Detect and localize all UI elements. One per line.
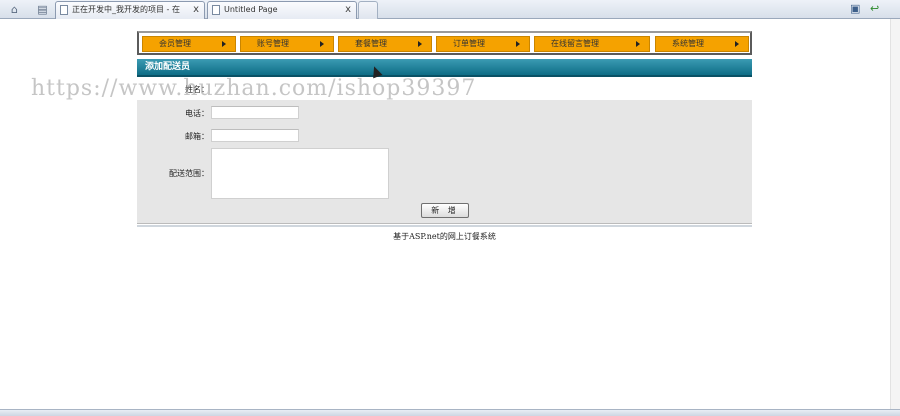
- page-icon: [212, 5, 220, 15]
- scrollbar[interactable]: [890, 19, 900, 409]
- email-field[interactable]: [211, 129, 299, 142]
- tab-title: Untitled Page: [224, 5, 278, 14]
- nav-item-label: 系统管理: [672, 39, 704, 48]
- main-nav: 会员管理 账号管理 套餐管理 订单管理 在线留言管理 系统管理: [137, 31, 752, 55]
- nav-item-package[interactable]: 套餐管理: [338, 36, 432, 52]
- home-icon[interactable]: ⌂: [8, 3, 21, 16]
- nav-item-member[interactable]: 会员管理: [142, 36, 236, 52]
- nav-item-label: 在线留言管理: [551, 39, 599, 48]
- nav-item-label: 订单管理: [453, 39, 485, 48]
- browser-tab-bar: ⌂ ▤ 正在开发中_我开发的项目 - 在 x Untitled Page x ▣…: [0, 0, 900, 19]
- status-bar: [0, 409, 900, 416]
- tab-title: 正在开发中_我开发的项目 - 在: [72, 5, 180, 14]
- watermark: https://www.huzhan.com/ishop39397: [31, 76, 477, 101]
- nav-item-label: 套餐管理: [355, 39, 387, 48]
- email-label: 邮箱：: [185, 132, 209, 141]
- divider: [137, 225, 752, 227]
- arrow-right-icon: [735, 41, 739, 47]
- page-icon: [60, 5, 68, 15]
- tab-project[interactable]: 正在开发中_我开发的项目 - 在 x: [55, 1, 205, 19]
- nav-item-label: 会员管理: [159, 39, 191, 48]
- page-title: 添加配送员: [137, 59, 752, 77]
- arrow-right-icon: [320, 41, 324, 47]
- delivery-area-label: 配送范围：: [169, 169, 209, 178]
- new-tab-button[interactable]: [358, 1, 378, 19]
- phone-label: 电话：: [185, 109, 209, 118]
- nav-item-account[interactable]: 账号管理: [240, 36, 334, 52]
- phone-field[interactable]: [211, 106, 299, 119]
- close-icon[interactable]: x: [345, 2, 351, 18]
- document-icon[interactable]: ▤: [36, 3, 49, 16]
- add-button[interactable]: 新 增: [421, 203, 469, 218]
- arrow-right-icon: [636, 41, 640, 47]
- nav-item-system[interactable]: 系统管理: [655, 36, 749, 52]
- nav-item-order[interactable]: 订单管理: [436, 36, 530, 52]
- tab-untitled-page[interactable]: Untitled Page x: [207, 1, 357, 19]
- delivery-area-textarea[interactable]: [211, 148, 389, 199]
- arrow-right-icon: [418, 41, 422, 47]
- back-arrow-icon[interactable]: ↩: [870, 2, 879, 16]
- print-icon[interactable]: ▣: [850, 2, 860, 16]
- close-icon[interactable]: x: [193, 2, 199, 18]
- footer-text: 基于ASP.net的网上订餐系统: [393, 232, 496, 241]
- arrow-right-icon: [516, 41, 520, 47]
- arrow-right-icon: [222, 41, 226, 47]
- nav-item-label: 账号管理: [257, 39, 289, 48]
- nav-item-message[interactable]: 在线留言管理: [534, 36, 650, 52]
